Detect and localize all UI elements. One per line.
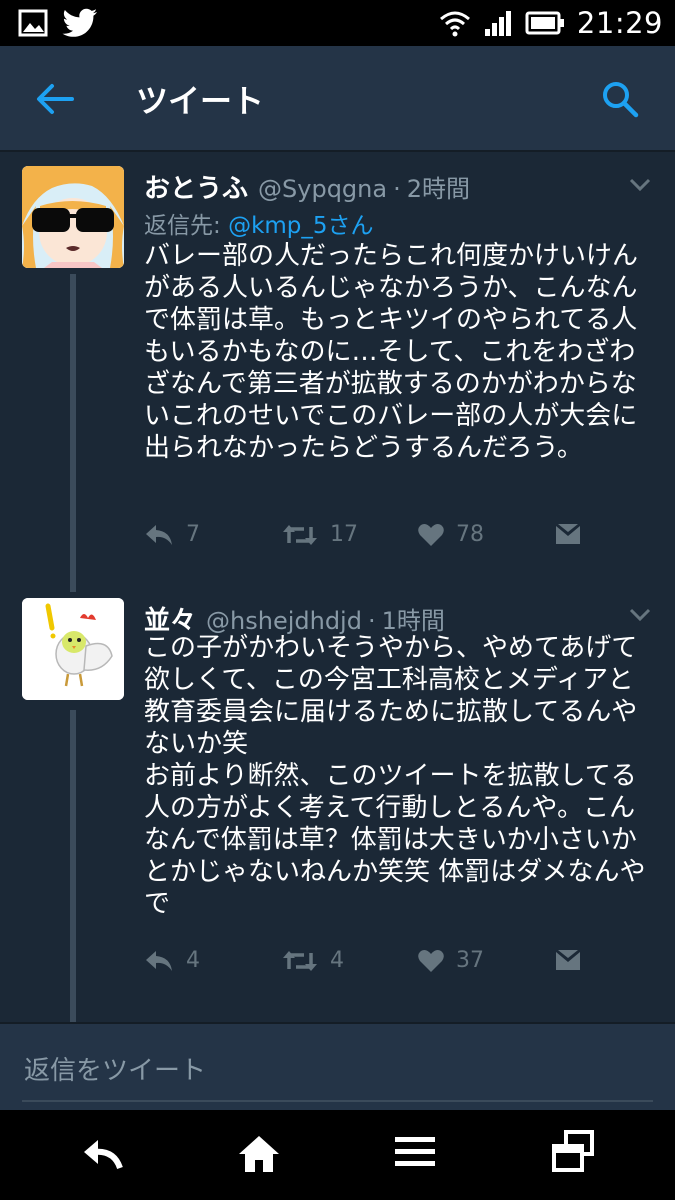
page-title: ツイート <box>136 82 265 120</box>
reply-count: 7 <box>186 522 200 547</box>
retweet-count: 4 <box>330 948 344 973</box>
back-icon[interactable] <box>80 1134 124 1172</box>
reply-handle-link[interactable]: @kmp_5さん <box>228 213 373 239</box>
heart-icon <box>418 523 444 546</box>
image-icon <box>18 9 48 37</box>
tweet-text: この子がかわいそうやから、やめてあげて欲しくて、この今宮工科高校とメディアと教育… <box>144 633 646 919</box>
retweet-button[interactable]: 4 <box>282 948 344 973</box>
author-name[interactable]: おとうふ <box>144 168 248 205</box>
reply-icon <box>146 524 172 545</box>
menu-icon[interactable] <box>394 1134 436 1170</box>
thread-line <box>70 710 76 1022</box>
recent-apps-icon[interactable] <box>552 1130 594 1174</box>
status-bar-left <box>18 8 98 38</box>
search-icon[interactable] <box>601 80 639 118</box>
reply-to-line: 返信先: @kmp_5さん <box>144 206 374 240</box>
envelope-icon <box>556 524 580 544</box>
system-nav-bar <box>0 1110 675 1200</box>
avatar-image <box>22 166 124 268</box>
retweet-icon <box>283 950 317 971</box>
status-bar: 21:29 <box>0 0 675 46</box>
chevron-down-icon[interactable] <box>629 178 651 192</box>
tweet-item[interactable]: 並々 @hshejdhdjd · 1時間 この子がかわいそうやから、やめてあげて… <box>0 592 675 1022</box>
dm-button[interactable] <box>554 948 582 972</box>
tweet-actions: 4 4 37 <box>144 948 644 984</box>
envelope-icon <box>556 950 580 970</box>
retweet-count: 17 <box>330 522 358 547</box>
avatar-image <box>22 598 124 700</box>
tweet-header: おとうふ @Sypqgna · 2時間 <box>144 168 470 205</box>
like-button[interactable]: 37 <box>418 948 484 973</box>
avatar[interactable] <box>22 166 124 268</box>
retweet-icon <box>283 524 317 545</box>
tweet-time: 1時間 <box>381 607 445 635</box>
reply-input-underline <box>22 1100 653 1102</box>
battery-icon <box>525 11 564 35</box>
retweet-button[interactable]: 17 <box>282 522 358 547</box>
heart-icon <box>418 949 444 972</box>
avatar[interactable] <box>22 598 124 700</box>
separator-dot: · <box>393 175 401 203</box>
home-icon[interactable] <box>237 1134 281 1174</box>
signal-icon <box>484 11 511 36</box>
like-count: 78 <box>456 522 484 547</box>
like-button[interactable]: 78 <box>418 522 484 547</box>
back-arrow-icon[interactable] <box>34 82 74 116</box>
chevron-down-icon[interactable] <box>629 608 651 622</box>
wifi-icon <box>439 11 470 37</box>
author-handle[interactable]: @hshejdhdjd <box>206 607 362 635</box>
status-bar-right: 21:29 <box>439 6 663 40</box>
reply-prefix: 返信先: <box>144 213 221 239</box>
reply-input[interactable]: 返信をツイート <box>24 1050 206 1087</box>
reply-button[interactable]: 7 <box>144 522 200 547</box>
separator-dot: · <box>367 607 376 635</box>
reply-composer[interactable]: 返信をツイート <box>0 1022 675 1112</box>
like-count: 37 <box>456 948 484 973</box>
tweet-item[interactable]: おとうふ @Sypqgna · 2時間 返信先: @kmp_5さん バレー部の人… <box>0 152 675 592</box>
tweet-actions: 7 17 78 <box>144 522 644 558</box>
reply-button[interactable]: 4 <box>144 948 200 973</box>
reply-icon <box>146 950 172 971</box>
tweet-time: 2時間 <box>406 175 470 203</box>
author-handle[interactable]: @Sypqgna <box>258 175 387 203</box>
thread-line <box>70 274 76 592</box>
app-bar: ツイート <box>0 46 675 150</box>
dm-button[interactable] <box>554 522 582 546</box>
tweet-text: バレー部の人だったらこれ何度かけいけんがある人いるんじゃなかろうか、こんなんで体… <box>144 241 639 463</box>
status-time: 21:29 <box>576 6 663 40</box>
reply-count: 4 <box>186 948 200 973</box>
twitter-bird-icon <box>62 8 97 37</box>
